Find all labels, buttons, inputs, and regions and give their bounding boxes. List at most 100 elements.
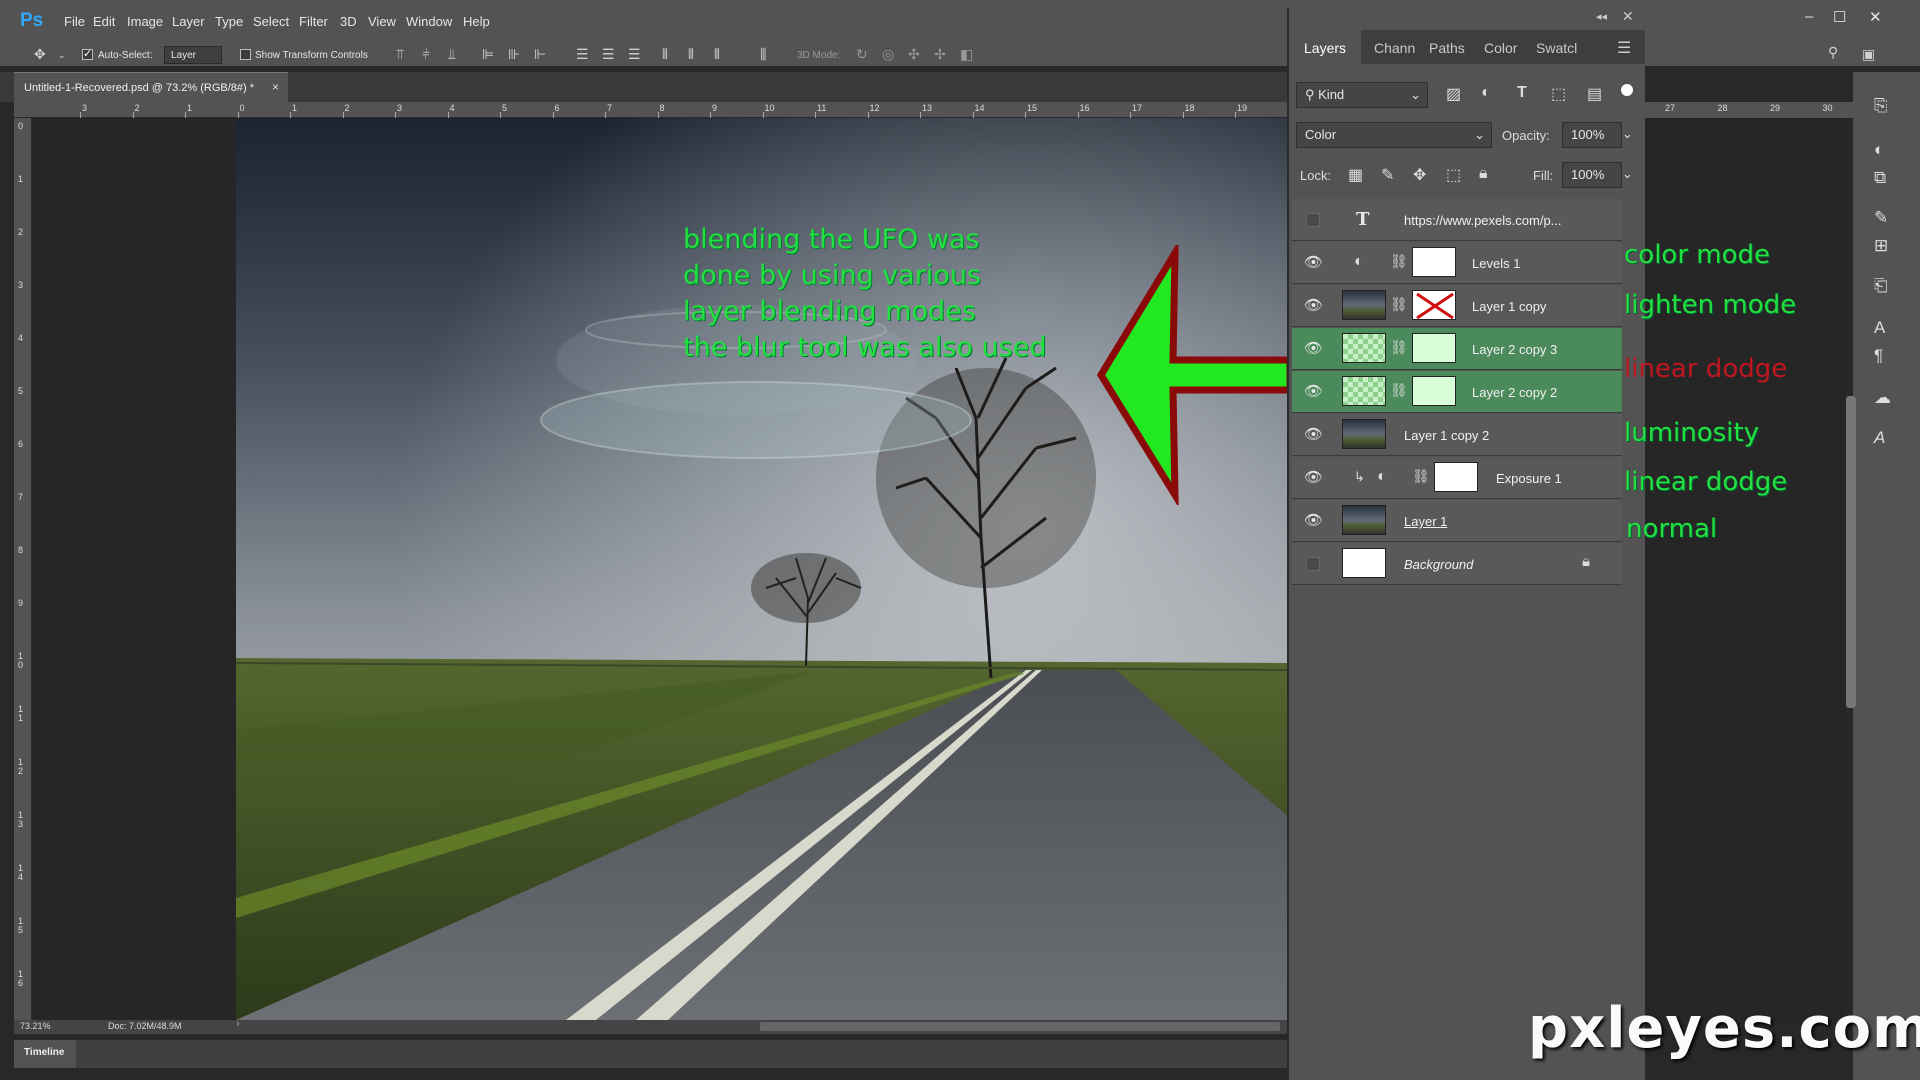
filter-shape-icon[interactable]: ⬚ <box>1551 84 1566 104</box>
layer-thumbnail[interactable] <box>1342 333 1386 363</box>
menu-window[interactable]: Window <box>406 14 452 29</box>
lock-position-icon[interactable]: ✥ <box>1413 165 1426 185</box>
zoom-readout[interactable]: 73.21% <box>20 1021 51 1031</box>
auto-align-icon[interactable]: ⫼ <box>760 46 766 63</box>
ruler-vertical[interactable] <box>14 118 32 1020</box>
tab-paths[interactable]: Paths <box>1429 40 1465 56</box>
layer-name[interactable]: Layer 2 copy 2 <box>1472 385 1557 400</box>
workspace-icon[interactable]: ▣ <box>1862 46 1875 63</box>
layer-row-exposure[interactable]: 👁︎ ↳ ◐ ⛓︎ Exposure 1 <box>1292 457 1622 499</box>
3d-roll-icon[interactable]: ◎ <box>882 46 894 63</box>
visibility-toggle[interactable] <box>1306 557 1320 571</box>
layer-thumbnail[interactable] <box>1342 419 1386 449</box>
align-top-icon[interactable]: ⫪ <box>396 46 404 63</box>
lock-brush-icon[interactable]: ✎ <box>1381 165 1394 185</box>
layer-row-layer-1-copy[interactable]: 👁︎ ⛓︎ Layer 1 copy <box>1292 285 1622 327</box>
layer-mask-thumbnail[interactable] <box>1412 376 1456 406</box>
filter-pixel-icon[interactable]: ▨ <box>1446 84 1461 104</box>
layer-thumbnail[interactable] <box>1342 505 1386 535</box>
distribute-bottom-icon[interactable]: ☰ <box>628 46 641 63</box>
close-button[interactable]: ✕ <box>1869 8 1882 26</box>
3d-rotate-icon[interactable]: ↻ <box>856 46 868 63</box>
link-icon[interactable]: ⛓︎ <box>1390 296 1408 313</box>
align-right-icon[interactable]: ⊩ <box>534 46 546 63</box>
sliders-icon[interactable]: ⊞ <box>1874 236 1888 256</box>
eye-icon[interactable]: 👁︎ <box>1304 425 1323 443</box>
lock-artboard-icon[interactable]: ⬚ <box>1446 165 1461 185</box>
menu-type[interactable]: Type <box>215 14 243 29</box>
eye-icon[interactable]: 👁︎ <box>1304 253 1323 271</box>
move-tool-icon[interactable]: ✥ <box>34 46 46 63</box>
link-icon[interactable]: ⛓︎ <box>1390 382 1408 399</box>
tab-layers-label[interactable]: Layers <box>1304 40 1346 56</box>
link-icon[interactable]: ⛓︎ <box>1390 339 1408 356</box>
clone-source-icon[interactable]: ⎗ <box>1874 276 1888 296</box>
filter-type-icon[interactable]: T <box>1517 84 1527 102</box>
tab-color[interactable]: Color <box>1484 40 1517 56</box>
panel-collapse-icon[interactable]: ◂◂ <box>1596 10 1607 23</box>
layer-name[interactable]: Exposure 1 <box>1496 471 1562 486</box>
chevron-down-icon[interactable]: ⌄ <box>58 50 66 61</box>
layer-mask-thumbnail[interactable] <box>1412 333 1456 363</box>
layer-filter-dropdown[interactable]: ⚲ Kind ⌄ <box>1296 82 1428 108</box>
tab-channels[interactable]: Chann <box>1374 40 1415 56</box>
menu-view[interactable]: View <box>368 14 396 29</box>
layer-thumbnail[interactable] <box>1342 548 1386 578</box>
eye-icon[interactable]: 👁︎ <box>1304 468 1323 486</box>
maximize-button[interactable]: ☐ <box>1833 8 1846 26</box>
document-tab-close-icon[interactable]: × <box>272 80 279 94</box>
opacity-field[interactable]: 100% <box>1562 122 1622 148</box>
eye-icon[interactable]: 👁︎ <box>1304 339 1323 357</box>
link-icon[interactable]: ⛓︎ <box>1412 468 1430 485</box>
menu-3d[interactable]: 3D <box>340 14 357 29</box>
minimize-button[interactable]: – <box>1805 8 1813 25</box>
adjustments-icon[interactable]: ◐ <box>1874 140 1884 160</box>
3d-pan-icon[interactable]: ✣ <box>908 46 920 63</box>
chevron-down-icon[interactable]: ⌄ <box>1622 126 1633 142</box>
lock-all-icon[interactable]: 🔒︎ <box>1479 165 1488 183</box>
align-hcenter-icon[interactable]: ⊪ <box>508 46 520 63</box>
ruler-horizontal[interactable] <box>14 102 1290 118</box>
layer-row-text[interactable]: T https://www.pexels.com/p... <box>1292 199 1622 241</box>
styles-icon[interactable]: ⧉ <box>1874 168 1886 188</box>
align-bottom-icon[interactable]: ⫫ <box>448 46 456 63</box>
filter-smart-object-icon[interactable]: ▤ <box>1587 84 1602 104</box>
3d-slide-icon[interactable]: ✢ <box>934 46 946 63</box>
layer-thumbnail[interactable] <box>1342 376 1386 406</box>
align-left-icon[interactable]: ⊫ <box>482 46 494 63</box>
distribute-hcenter-icon[interactable]: ⫴ <box>688 46 694 63</box>
align-vcenter-icon[interactable]: ⫩ <box>422 46 430 63</box>
history-icon[interactable]: ⎘ <box>1874 96 1888 116</box>
blend-mode-dropdown[interactable]: Color ⌄ <box>1296 122 1492 148</box>
eye-icon[interactable]: 👁︎ <box>1304 296 1323 314</box>
cloud-icon[interactable]: ☁ <box>1874 388 1891 408</box>
link-icon[interactable]: ⛓︎ <box>1390 253 1408 270</box>
layer-thumbnail[interactable] <box>1342 290 1386 320</box>
chevron-down-icon[interactable]: ⌄ <box>1622 166 1633 182</box>
layer-name[interactable]: Layer 1 <box>1404 514 1447 529</box>
menu-layer[interactable]: Layer <box>172 14 205 29</box>
layer-mask-thumbnail[interactable] <box>1412 247 1456 277</box>
tab-swatches[interactable]: Swatcl <box>1536 40 1577 56</box>
layer-row-levels[interactable]: 👁︎ ◐ ⛓︎ Levels 1 <box>1292 242 1622 284</box>
layer-row-layer-1[interactable]: 👁︎ Layer 1 <box>1292 500 1622 542</box>
filter-adjustment-icon[interactable]: ◐ <box>1481 84 1491 102</box>
paragraph-icon[interactable]: ¶ <box>1874 346 1883 366</box>
layer-row-background[interactable]: Background 🔒︎ <box>1292 543 1622 585</box>
layer-name[interactable]: Background <box>1404 557 1473 572</box>
layer-name[interactable]: Layer 1 copy <box>1472 299 1546 314</box>
menu-file[interactable]: File <box>64 14 85 29</box>
doc-size-readout[interactable]: Doc: 7.02M/48.9M <box>108 1021 182 1031</box>
menu-help[interactable]: Help <box>463 14 490 29</box>
layer-row-layer-2-copy-2[interactable]: 👁︎ ⛓︎ Layer 2 copy 2 <box>1292 371 1622 413</box>
character-icon[interactable]: A <box>1874 318 1885 338</box>
distribute-left-icon[interactable]: ⫴ <box>662 46 668 63</box>
auto-select-checkbox[interactable] <box>82 47 93 60</box>
menu-edit[interactable]: Edit <box>93 14 115 29</box>
menu-filter[interactable]: Filter <box>299 14 328 29</box>
show-transform-checkbox[interactable] <box>240 49 251 60</box>
search-icon[interactable]: ⚲ <box>1828 44 1838 61</box>
status-menu-arrow-icon[interactable]: › <box>236 1018 240 1030</box>
distribute-vcenter-icon[interactable]: ☰ <box>602 46 615 63</box>
layer-name[interactable]: https://www.pexels.com/p... <box>1404 213 1562 228</box>
